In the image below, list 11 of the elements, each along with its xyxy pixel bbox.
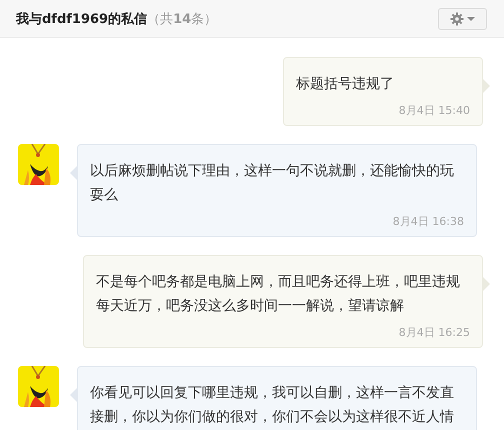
message-count: （共14条）	[147, 10, 218, 28]
settings-button[interactable]	[438, 8, 487, 30]
message-time: 8月4日 16:38	[392, 215, 464, 229]
message-text: 你看见可以回复下哪里违规，我可以自删，这样一言不发直接删，你以为你们做的很对，你们不会以为这样很不近人情	[90, 384, 455, 427]
message-text: 标题括号违规了	[296, 75, 395, 94]
message-text: 不是每个吧务都是电脑上网，而且吧务还得上班，吧里违规每天近万，吧务没这么多时间一一解说，望请谅解	[96, 273, 461, 316]
settings-icon	[450, 12, 476, 26]
conversation-title: 我与dfdf1969的私信	[16, 10, 148, 28]
message-text: 以后麻烦删帖说下理由，这样一句不说就删，还能愉快的玩耍么	[90, 162, 455, 205]
message-time: 8月4日 15:40	[398, 104, 470, 118]
message-time: 8月4日 16:25	[398, 326, 470, 340]
